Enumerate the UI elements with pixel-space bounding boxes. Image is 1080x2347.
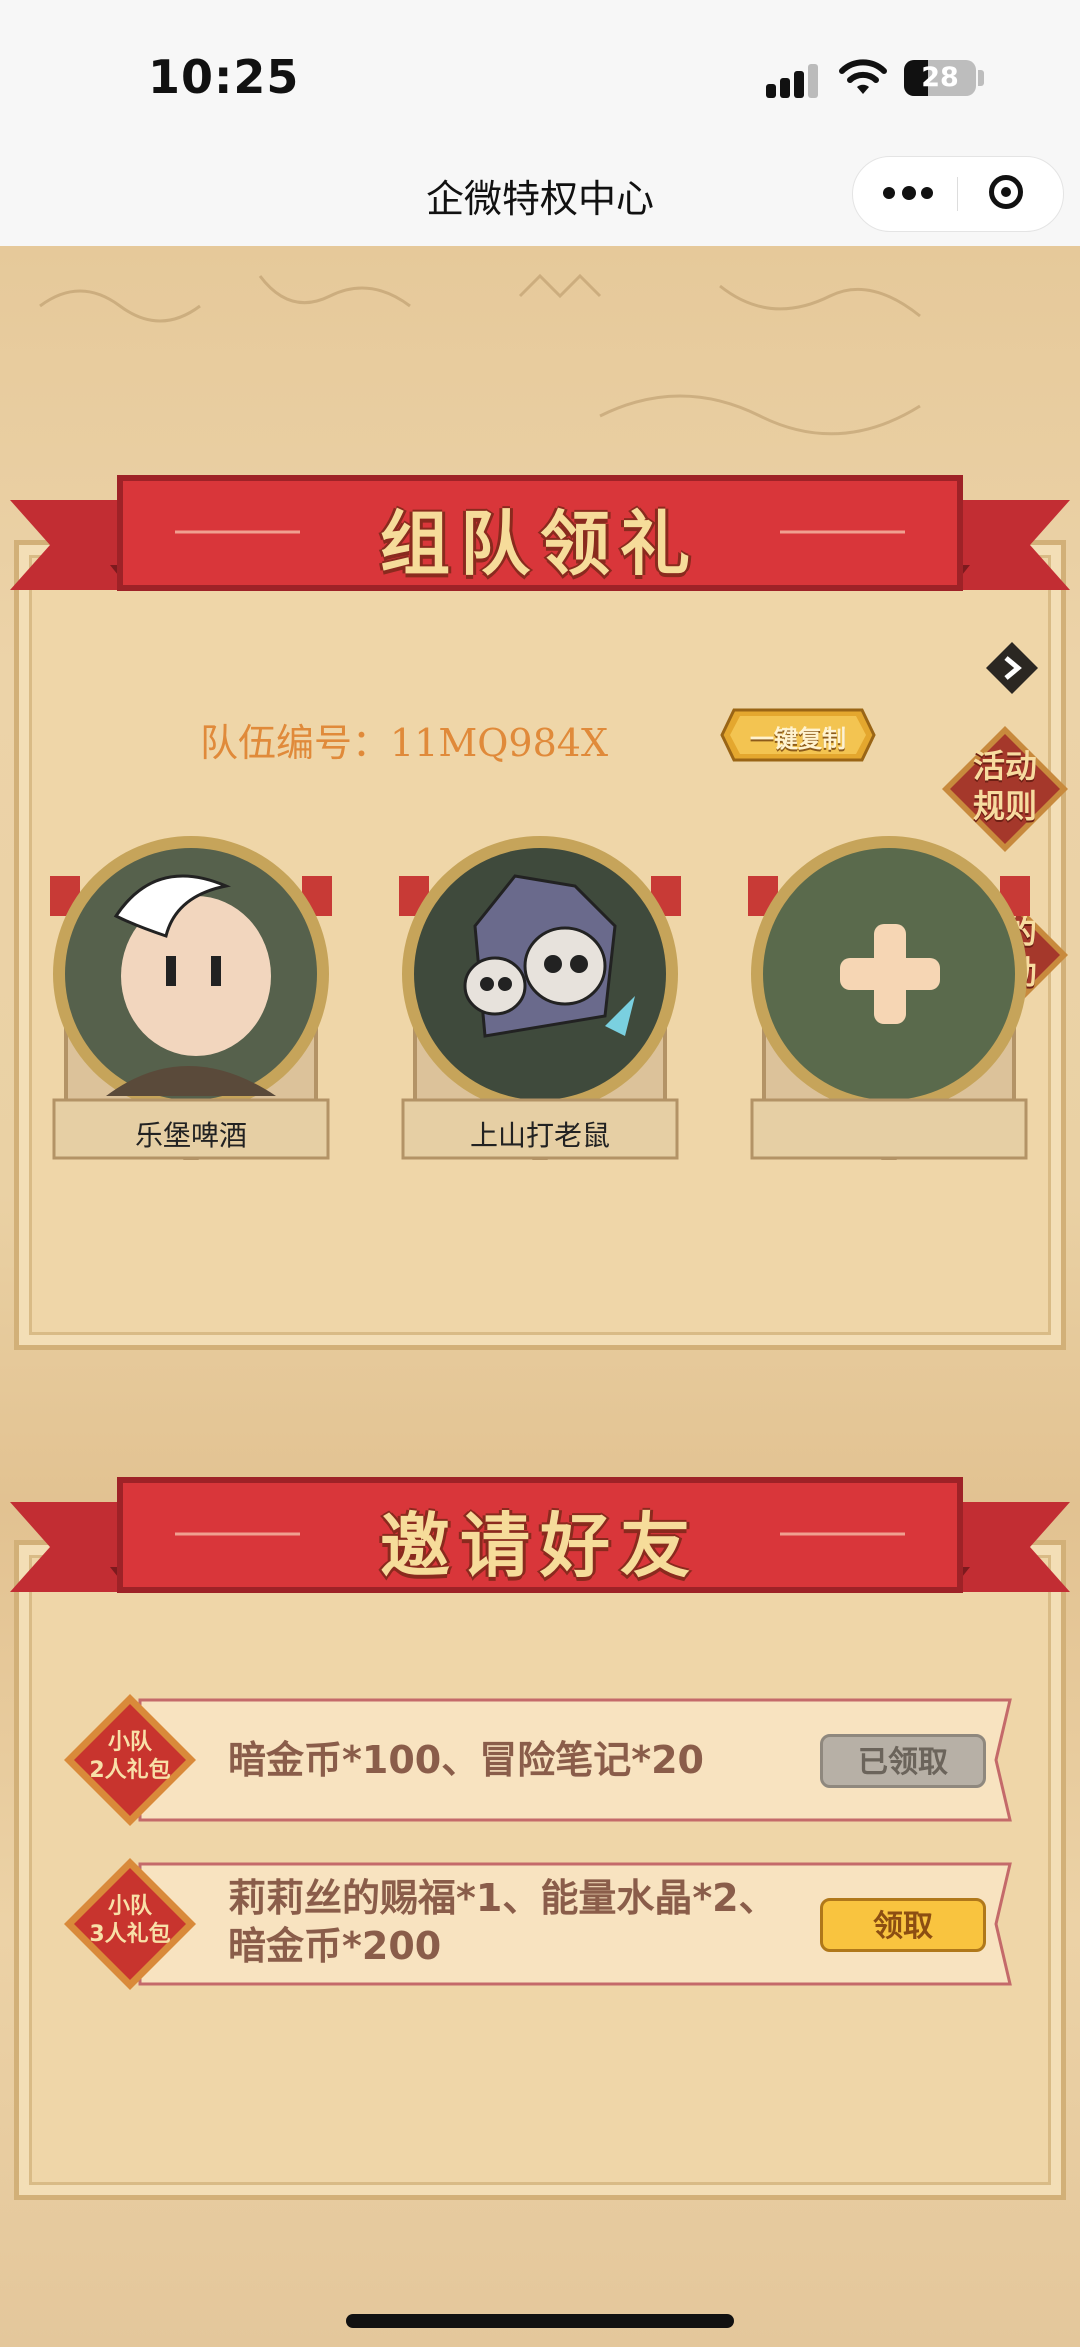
add-team-member-slot[interactable] [744,836,1034,1176]
reward-description: 暗金币*100、冒险笔记*20 [228,1738,704,1782]
battery-icon: 28 [904,60,976,96]
reward-description: 莉莉丝的赐福*1、能量水晶*2、 暗金币*200 [228,1874,777,1970]
invite-section-title: 邀请好友 [380,1505,700,1587]
rules-label-line1: 活动 [972,747,1037,785]
claim-button[interactable]: 领取 [820,1898,986,1952]
team-member-2[interactable]: 上山打老鼠 [395,836,685,1176]
claimed-button[interactable]: 已领取 [820,1734,986,1788]
capsule-divider [957,177,958,211]
badge-line2: 3人礼包 [89,1922,171,1947]
team-id-value: 11MQ984X [390,721,609,765]
badge-line2: 2人礼包 [89,1758,171,1783]
avatar [399,836,681,1126]
member-name: 上山打老鼠 [469,1119,610,1152]
nav-bar: 企微特权中心 [0,150,1080,246]
rules-label-line2: 规则 [972,787,1037,825]
copy-button-label: 一键复制 [750,725,846,753]
avatar [50,836,332,1126]
wifi-icon [839,59,887,94]
team-id-row: 队伍编号：11MQ984X [200,712,608,767]
team-section-title: 组队领礼 [380,503,700,585]
member-nameplate: 乐堡啤酒 [52,1098,330,1170]
status-bar: 10:25 28 [0,0,1080,150]
member-nameplate: 上山打老鼠 [401,1098,679,1170]
miniprogram-capsule [852,156,1064,232]
reward-tier-badge: 小队 2人礼包 [60,1690,200,1830]
reward-description-line1: 莉莉丝的赐福*1、能量水晶*2、 [228,1876,777,1920]
reward-row-3-person: 小队 3人礼包 莉莉丝的赐福*1、能量水晶*2、 暗金币*200 领取 [60,1854,1020,1994]
more-icon[interactable] [883,186,933,201]
map-decoration [39,273,921,436]
badge-line1: 小队 [107,1730,152,1755]
reward-row-2-person: 小队 2人礼包 暗金币*100、冒险笔记*20 已领取 [60,1690,1020,1830]
battery-level: 28 [921,62,959,93]
team-id-label: 队伍编号： [200,721,391,765]
team-member-1[interactable]: 乐堡啤酒 [46,836,336,1176]
copy-team-id-button[interactable]: 一键复制 [720,706,876,764]
cellular-signal-icon [766,62,822,98]
reward-tier-badge: 小队 3人礼包 [60,1854,200,1994]
member-nameplate [750,1098,1028,1170]
activity-rules-button[interactable]: 活动 规则 [940,724,1070,854]
reward-description-line2: 暗金币*200 [228,1924,442,1968]
badge-line1: 小队 [107,1894,152,1919]
add-member-icon [748,836,1030,1126]
battery-cap [978,70,984,86]
status-time: 10:25 [148,50,300,104]
member-name: 乐堡啤酒 [134,1119,247,1152]
home-indicator [346,2314,734,2328]
chevron-right-icon[interactable] [984,640,1040,696]
close-miniprogram-icon[interactable] [989,175,1023,209]
